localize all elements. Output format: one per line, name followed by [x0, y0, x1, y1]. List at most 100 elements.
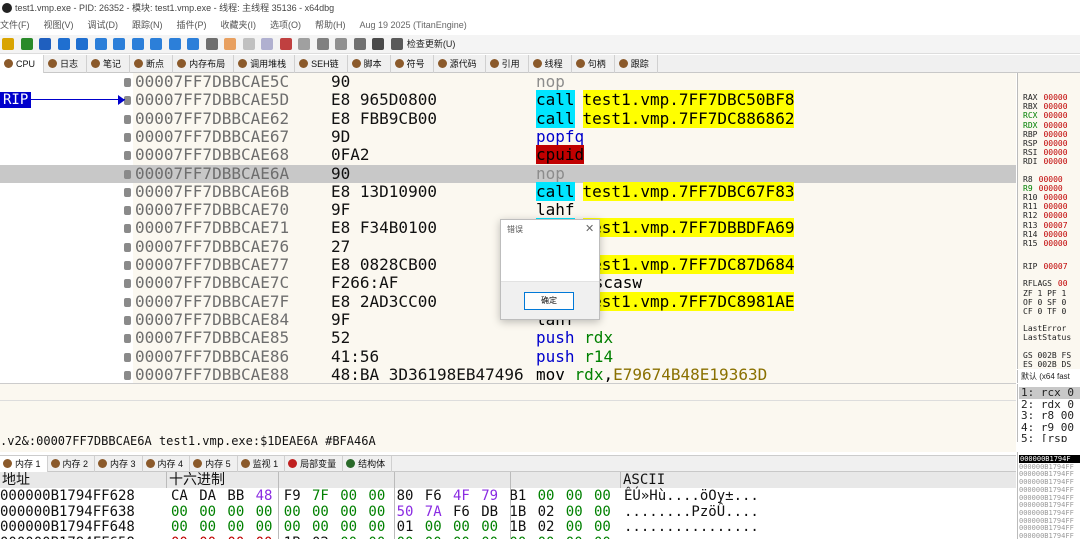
register-row[interactable]: R10 00000: [1023, 193, 1068, 202]
dump-byte[interactable]: F6: [453, 504, 470, 520]
disasm-row[interactable]: 00007FF7DBBCAE86 41:56 push r14: [0, 347, 1016, 366]
dump-byte[interactable]: 00: [256, 519, 273, 535]
breakpoint-gutter-marker[interactable]: [124, 224, 131, 234]
dump-byte[interactable]: 02: [538, 519, 555, 535]
disasm-row[interactable]: 00007FF7DBBCAE85 52 push rdx: [0, 328, 1016, 347]
dump-byte[interactable]: 00: [227, 519, 244, 535]
register-row[interactable]: RDI 00000: [1023, 157, 1068, 166]
dialog-ok-button[interactable]: 确定: [524, 292, 574, 310]
breakpoint-gutter-marker[interactable]: [124, 352, 131, 362]
menu-debug[interactable]: 调试(D): [88, 16, 119, 34]
dump-byte[interactable]: BB: [227, 488, 244, 504]
disasm-row[interactable]: 00007FF7DBBCAE5C 90 nop: [0, 73, 1016, 91]
register-row[interactable]: RCX 00000: [1023, 111, 1068, 120]
tab-watch-1[interactable]: 监视 1: [238, 456, 286, 472]
tab-breakpoints[interactable]: 断点: [130, 55, 174, 73]
dump-byte[interactable]: 00: [481, 519, 498, 535]
dump-byte[interactable]: 1B: [509, 519, 526, 535]
dump-byte[interactable]: 00: [340, 535, 357, 539]
dump-byte[interactable]: 00: [538, 488, 555, 504]
dump-byte[interactable]: 00: [256, 504, 273, 520]
dump-byte[interactable]: DA: [199, 488, 216, 504]
register-row[interactable]: RSI 00000: [1023, 148, 1068, 157]
tab-threads[interactable]: 线程: [529, 55, 572, 73]
labels-icon[interactable]: [261, 38, 274, 50]
bookmarks-icon[interactable]: [279, 38, 292, 50]
open-icon[interactable]: [2, 38, 14, 50]
breakpoint-gutter-marker[interactable]: [124, 151, 131, 161]
dump-byte[interactable]: 50: [397, 504, 414, 520]
functions-icon[interactable]: [298, 38, 311, 50]
check-update-button[interactable]: 检查更新(U): [407, 35, 456, 54]
dump-byte[interactable]: 00: [171, 504, 188, 520]
breakpoint-gutter-marker[interactable]: [124, 169, 131, 179]
dump-byte[interactable]: 00: [312, 519, 329, 535]
dump-byte[interactable]: 00: [256, 535, 273, 539]
dump-byte[interactable]: 00: [340, 504, 357, 520]
dump-row[interactable]: 000000B1794FF648 00 00 00 00 00 00 00 00 01 00 00 00…: [0, 519, 1016, 535]
dump-row[interactable]: 000000B1794FF638 00 00 00 00 00 00 00 00 50 7A F6 DB…: [0, 504, 1016, 520]
tab-symbols[interactable]: 符号: [391, 55, 434, 73]
register-row[interactable]: R12 00000: [1023, 211, 1068, 220]
tab-dump-1[interactable]: 内存 1: [0, 456, 48, 472]
register-row[interactable]: RFLAGS 00: [1023, 279, 1068, 288]
patch-icon[interactable]: [224, 38, 237, 50]
breakpoint-gutter-marker[interactable]: [124, 242, 131, 252]
tab-dump-3[interactable]: 内存 3: [95, 456, 143, 472]
dump-byte[interactable]: 00: [566, 519, 583, 535]
pause-icon[interactable]: [76, 38, 89, 50]
notepad-icon[interactable]: [372, 38, 385, 50]
tab-dump-5[interactable]: 内存 5: [190, 456, 238, 472]
calculator-icon[interactable]: [353, 38, 366, 50]
run-to-user-code-icon[interactable]: [187, 38, 200, 50]
dump-row[interactable]: 000000B1794FF658 00 00 00 00 1B 02 00 00 00 00 00 00…: [0, 535, 1016, 539]
tab-references[interactable]: 引用: [486, 55, 529, 73]
dump-byte[interactable]: 02: [312, 535, 329, 539]
breakpoint-gutter-marker[interactable]: [124, 78, 131, 87]
dump-byte[interactable]: 00: [453, 519, 470, 535]
breakpoint-gutter-marker[interactable]: [124, 279, 131, 289]
breakpoint-gutter-marker[interactable]: [124, 315, 131, 325]
tab-struct[interactable]: 结构体: [343, 456, 393, 472]
dump-byte[interactable]: 00: [368, 504, 385, 520]
dump-row[interactable]: 000000B1794FF628 CA DA BB 48 F9 7F 00 00 80 F6 4F 79…: [0, 488, 1016, 504]
restart-icon[interactable]: [20, 38, 33, 50]
dump-byte[interactable]: 00: [594, 535, 611, 539]
menu-plugins[interactable]: 插件(P): [177, 16, 207, 34]
dump-byte[interactable]: 00: [397, 535, 414, 539]
register-row[interactable]: R11 00000: [1023, 202, 1068, 211]
dump-byte[interactable]: 00: [425, 519, 442, 535]
breakpoint-gutter-marker[interactable]: [124, 132, 131, 142]
tab-dump-4[interactable]: 内存 4: [143, 456, 191, 472]
dump-byte[interactable]: 00: [594, 488, 611, 504]
menu-help[interactable]: 帮助(H): [315, 16, 346, 34]
tab-handles[interactable]: 句柄: [572, 55, 615, 73]
dump-byte[interactable]: F9: [284, 488, 301, 504]
disasm-row[interactable]: 00007FF7DBBCAE5D E8 965D0800 call test1.vmp…: [0, 90, 1016, 110]
dump-byte[interactable]: 00: [481, 535, 498, 539]
tab-source[interactable]: 源代码: [434, 55, 486, 73]
dump-byte[interactable]: 00: [594, 504, 611, 520]
argument-row[interactable]: 5: [rsp: [1021, 433, 1067, 443]
menu-options[interactable]: 选项(O): [270, 16, 301, 34]
dump-byte[interactable]: 1B: [509, 504, 526, 520]
menu-view[interactable]: 视图(V): [44, 16, 74, 34]
dump-byte[interactable]: 7A: [425, 504, 442, 520]
breakpoint-gutter-marker[interactable]: [124, 261, 131, 270]
dump-byte[interactable]: 00: [425, 535, 442, 539]
register-row[interactable]: RSP 00000: [1023, 139, 1068, 148]
disasm-row[interactable]: 00007FF7DBBCAE6A 90 nop: [0, 164, 1016, 183]
register-row[interactable]: R15 00000: [1023, 239, 1068, 248]
dump-byte[interactable]: 00: [340, 488, 357, 504]
dump-byte[interactable]: 00: [566, 535, 583, 539]
disasm-row[interactable]: 00007FF7DBBCAE88 48:BA 3D36198EB47496 mov …: [0, 365, 1016, 383]
stack-row[interactable]: 000000B1794FF: [1019, 532, 1074, 539]
tab-memory-map[interactable]: 内存布局: [173, 55, 235, 73]
menu-favourites[interactable]: 收藏夹(I): [221, 16, 257, 34]
dump-byte[interactable]: 00: [227, 535, 244, 539]
arguments-panel[interactable]: 1: rcx 0 2: rdx 0 3: r8 00 4: r9 00 5: [rsp: [1017, 384, 1080, 442]
calling-convention-selector[interactable]: 默认 (x64 fast: [1017, 370, 1080, 383]
run-icon[interactable]: [57, 38, 70, 50]
tab-trace[interactable]: 跟踪: [615, 55, 658, 73]
font-icon[interactable]: [335, 38, 348, 50]
